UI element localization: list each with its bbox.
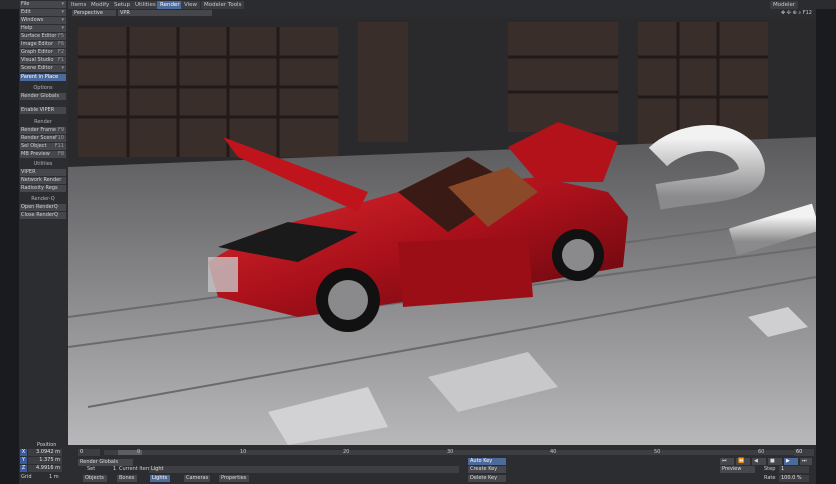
current-item-label: Current Item [119, 466, 151, 472]
timeline-tick: 40 [550, 449, 557, 455]
scene-editor-button[interactable]: Scene Editor ▾ [20, 65, 66, 72]
timeline-tick: 30 [447, 449, 454, 455]
menu-edit[interactable]: Edit ▾ [20, 9, 66, 16]
rate-label: Rate [764, 475, 776, 481]
tab-render[interactable]: Render [157, 1, 183, 9]
go-to-start-icon[interactable]: ⏮ [720, 458, 734, 465]
chevron-down-icon: ▾ [61, 65, 64, 71]
auto-key-toggle[interactable]: Auto Key [468, 458, 506, 465]
cameras-button[interactable]: Cameras [184, 475, 210, 482]
timeline-tick: 10 [240, 449, 247, 455]
rotate-view-icon[interactable]: ✣ [787, 10, 791, 16]
image-editor-button[interactable]: Image Editor F6 [20, 41, 66, 48]
utilities-header: Utilities [33, 161, 53, 167]
timeline-tick: 50 [654, 449, 661, 455]
chevron-down-icon: ▾ [61, 1, 64, 7]
chevron-down-icon: ▾ [61, 9, 64, 15]
z-position-field[interactable]: 4.9916 m [28, 465, 62, 472]
y-axis-button[interactable]: Y [20, 457, 27, 464]
x-position-field[interactable]: 3.0942 m [28, 449, 62, 456]
toolbar-sidebar: File ▾ Edit ▾ Windows ▾ Help ▾ Surface Edito… [19, 0, 68, 445]
search-icon[interactable]: ⌕ [798, 10, 801, 16]
step-label: Step [764, 466, 776, 472]
playback-controls: ⏮ ⏪ ◀ ■ ▶ ⏭ [720, 458, 812, 465]
render-globals-button-bottom[interactable]: Render Globals [78, 459, 133, 466]
current-frame-field[interactable]: 0 [78, 449, 100, 456]
end-frame-field[interactable]: 60 [794, 449, 814, 456]
menu-file[interactable]: File ▾ [20, 1, 66, 8]
menu-help[interactable]: Help ▾ [20, 25, 66, 32]
step-back-icon[interactable]: ⏪ [736, 458, 750, 465]
y-position-field[interactable]: 1.375 m [28, 457, 62, 464]
tab-setup[interactable]: Setup [111, 1, 134, 9]
mb-preview-button[interactable]: MB Preview F8 [20, 151, 66, 158]
delete-key-button[interactable]: Delete Key [468, 475, 506, 482]
tab-view[interactable]: View [181, 1, 201, 9]
render-globals-button[interactable]: Render Globals [20, 93, 66, 100]
viewport-toolbar: Perspective VPR ✥ ✣ ⊕ ⌕ F12 [68, 9, 816, 17]
graph-editor-button[interactable]: Graph Editor F2 [20, 49, 66, 56]
visual-studio-button[interactable]: Visual Studio F1 [20, 57, 66, 64]
network-render-button[interactable]: Network Render [20, 177, 66, 184]
play-icon[interactable]: ▶ [784, 458, 798, 465]
close-renderq-button[interactable]: Close RenderQ [20, 212, 66, 219]
render-frame-button[interactable]: Render Frame F9 [20, 127, 66, 134]
viper-button[interactable]: VIPER [20, 169, 66, 176]
surface-editor-button[interactable]: Surface Editor F5 [20, 33, 66, 40]
render-header: Render [34, 119, 52, 125]
tab-utilities[interactable]: Utilities [132, 1, 159, 9]
timeline-tick: 0 [137, 449, 141, 455]
rate-field[interactable]: 100.0 % [779, 475, 809, 482]
rendered-scene [68, 17, 816, 445]
objects-button[interactable]: Objects [83, 475, 107, 482]
enable-viper-button[interactable]: Enable VIPER [20, 107, 66, 114]
go-to-end-icon[interactable]: ⏭ [800, 458, 812, 465]
menu-windows[interactable]: Windows ▾ [20, 17, 66, 24]
properties-button[interactable]: Properties [219, 475, 249, 482]
position-label: Position [37, 442, 57, 448]
renderq-header: Render-Q [31, 196, 55, 202]
move-view-icon[interactable]: ✥ [781, 10, 785, 16]
z-axis-button[interactable]: Z [20, 465, 27, 472]
current-item-dropdown[interactable]: Light [149, 466, 459, 473]
tab-modeler-tools[interactable]: Modeler Tools [201, 1, 245, 9]
tab-modify[interactable]: Modify [88, 1, 113, 9]
zoom-view-icon[interactable]: ⊕ [793, 10, 797, 16]
perspective-viewport[interactable] [68, 17, 816, 445]
tab-bar: Items Modify Setup Utilities Render View… [0, 0, 836, 9]
render-selected-object-button[interactable]: Sel Object F11 [20, 143, 66, 150]
play-reverse-icon[interactable]: ◀ [752, 458, 766, 465]
radiosity-regs-button[interactable]: Radiosity Regs [20, 185, 66, 192]
set-label: Set [87, 466, 96, 472]
f-key-label: F12 [802, 10, 812, 16]
grid-value: 1 m [49, 474, 59, 480]
create-key-button[interactable]: Create Key [468, 466, 506, 473]
lights-button[interactable]: Lights [150, 475, 170, 482]
chevron-down-icon: ▾ [61, 17, 64, 23]
timeline-tick: 20 [343, 449, 350, 455]
view-mode-dropdown[interactable]: Perspective [72, 10, 116, 16]
x-axis-button[interactable]: X [20, 449, 27, 456]
set-value: 1 [113, 466, 117, 472]
preview-dropdown[interactable]: Preview [720, 466, 755, 473]
options-header: Options [33, 85, 53, 91]
bones-button[interactable]: Bones [117, 475, 137, 482]
open-renderq-button[interactable]: Open RenderQ [20, 204, 66, 211]
modeler-button[interactable]: Modeler [770, 1, 799, 9]
chevron-down-icon: ▾ [61, 25, 64, 31]
grid-label: Grid [21, 474, 32, 480]
render-scene-button[interactable]: Render Scene F10 [20, 135, 66, 142]
stop-icon[interactable]: ■ [768, 458, 782, 465]
viewport-controls: ✥ ✣ ⊕ ⌕ F12 [781, 10, 812, 16]
shading-dropdown[interactable]: VPR [118, 10, 212, 16]
timeline-tick: 60 [758, 449, 765, 455]
parent-in-place-toggle[interactable]: Parent in Place [20, 74, 66, 81]
step-field[interactable]: 1 [779, 466, 809, 473]
tab-items[interactable]: Items [68, 1, 90, 9]
